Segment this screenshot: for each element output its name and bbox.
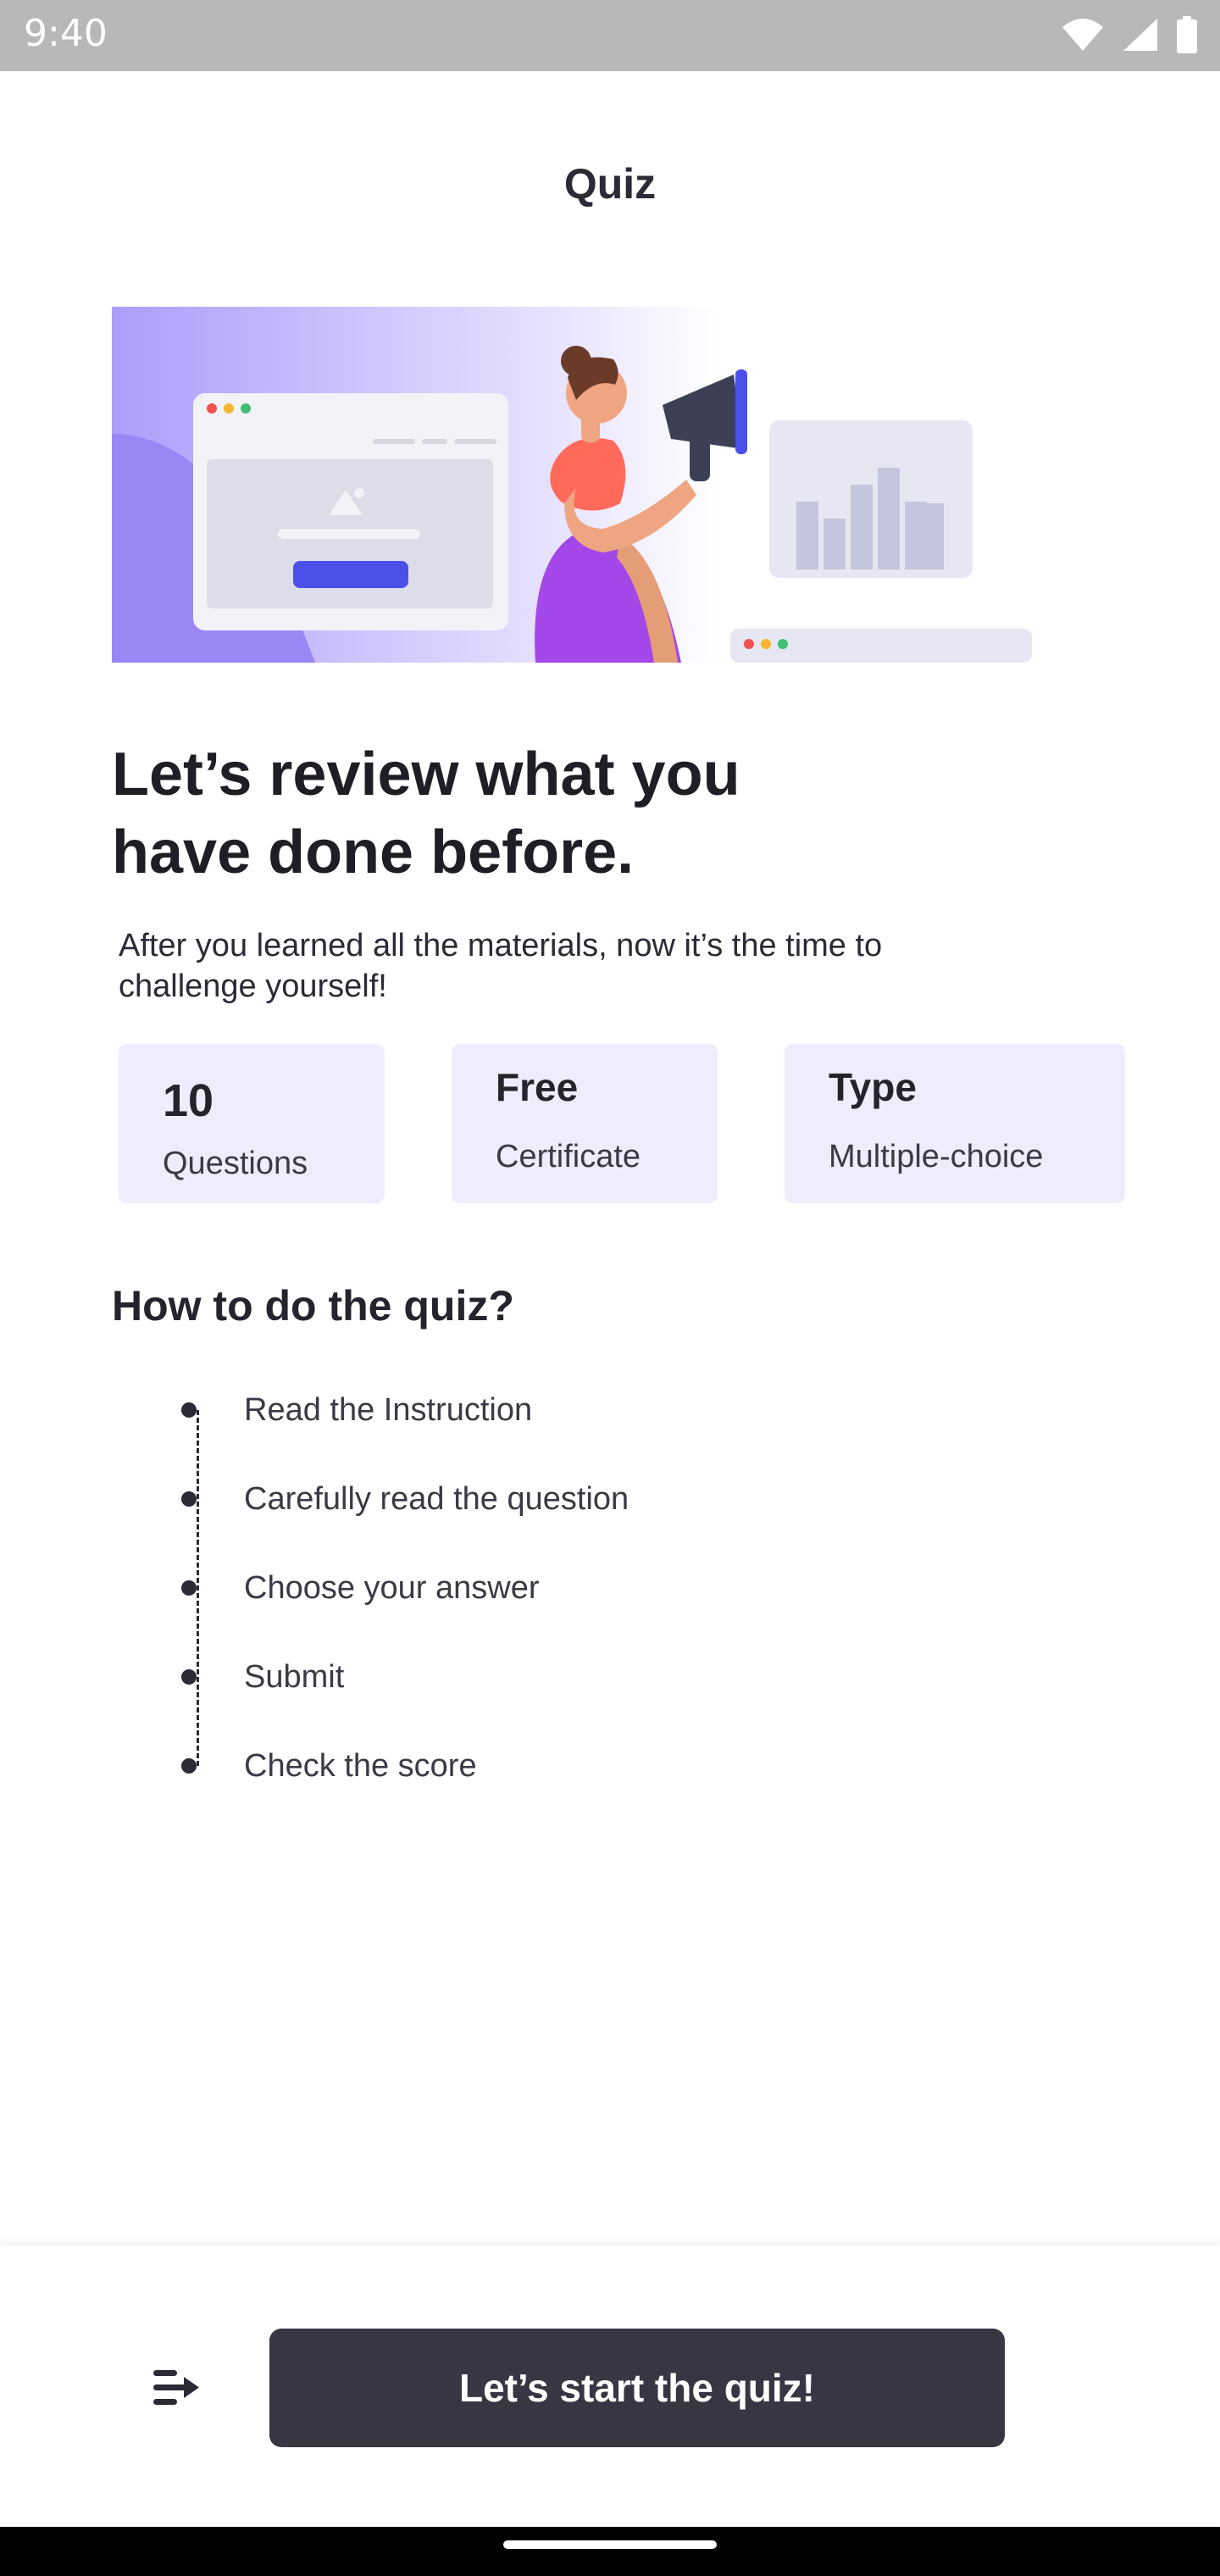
step-item: Choose your answer bbox=[181, 1563, 540, 1613]
status-icons bbox=[1061, 15, 1198, 54]
step-bullet bbox=[181, 1758, 197, 1774]
step-item: Read the Instruction bbox=[181, 1385, 532, 1435]
subtitle: After you learned all the materials, now… bbox=[119, 925, 1068, 1007]
status-time: 9:40 bbox=[24, 12, 108, 55]
step-text: Check the score bbox=[244, 1747, 477, 1784]
step-bullet bbox=[181, 1669, 197, 1685]
step-bullet bbox=[181, 1402, 197, 1418]
home-gesture-handle[interactable] bbox=[503, 2540, 717, 2549]
info-card-type: Type Multiple-choice bbox=[785, 1044, 1125, 1203]
info-card-value: Type bbox=[829, 1065, 917, 1109]
subtitle-line-2: challenge yourself! bbox=[119, 969, 387, 1004]
headline: Let’s review what you have done before. bbox=[112, 736, 959, 891]
battery-icon bbox=[1177, 16, 1197, 53]
megaphone-woman-illustration bbox=[112, 307, 1032, 663]
step-item: Submit bbox=[181, 1652, 344, 1702]
step-text: Carefully read the question bbox=[244, 1480, 629, 1517]
headline-line-2: have done before. bbox=[112, 819, 635, 886]
step-text: Submit bbox=[244, 1658, 345, 1695]
list-menu-icon bbox=[153, 2370, 199, 2405]
info-card-value: 10 bbox=[163, 1075, 214, 1126]
step-text: Read the Instruction bbox=[244, 1391, 533, 1428]
step-item: Check the score bbox=[181, 1740, 477, 1791]
step-bullet bbox=[181, 1580, 197, 1596]
subtitle-line-1: After you learned all the materials, now… bbox=[119, 928, 883, 963]
how-to-title: How to do the quiz? bbox=[112, 1282, 514, 1330]
list-menu-button[interactable] bbox=[144, 2364, 208, 2412]
info-card-label: Questions bbox=[163, 1146, 308, 1181]
step-text: Choose your answer bbox=[244, 1569, 540, 1606]
info-card-certificate: Free Certificate bbox=[452, 1044, 718, 1203]
system-nav-bar bbox=[0, 2527, 1220, 2576]
info-card-value: Free bbox=[496, 1065, 579, 1109]
step-bullet bbox=[181, 1491, 197, 1507]
signal-icon bbox=[1123, 19, 1157, 51]
page-title: Quiz bbox=[563, 160, 657, 208]
status-bar: 9:40 bbox=[0, 0, 1220, 71]
info-card-label: Certificate bbox=[496, 1139, 641, 1174]
start-quiz-button[interactable]: Let’s start the quiz! bbox=[269, 2329, 1005, 2447]
info-card-label: Multiple-choice bbox=[829, 1139, 1044, 1174]
step-item: Carefully read the question bbox=[181, 1474, 629, 1524]
headline-line-1: Let’s review what you bbox=[112, 741, 740, 808]
wifi-icon bbox=[1062, 19, 1103, 51]
info-card-questions: 10 Questions bbox=[119, 1044, 385, 1203]
